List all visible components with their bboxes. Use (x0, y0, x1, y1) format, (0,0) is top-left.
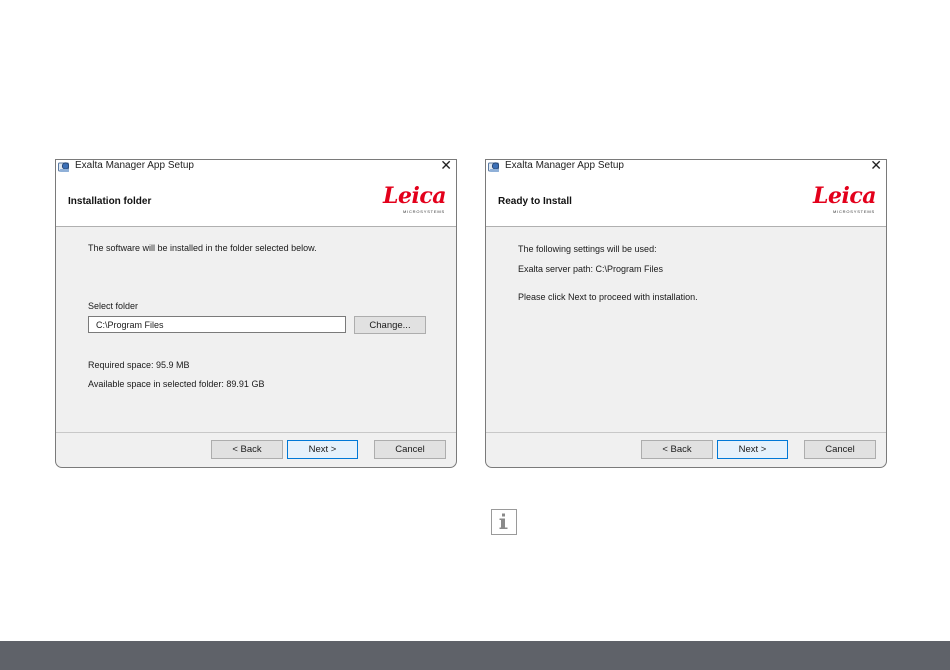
window-title: Exalta Manager App Setup (505, 160, 624, 171)
page-title: Installation folder (68, 196, 152, 207)
intro-text: The software will be installed in the fo… (88, 243, 317, 253)
installer-app-icon (488, 162, 500, 172)
dialog-header: Installation folder Leica MICROSYSTEMS (56, 174, 456, 227)
setup-dialog-ready-to-install: Exalta Manager App Setup ✕ Ready to Inst… (485, 159, 887, 468)
close-icon[interactable]: ✕ (870, 160, 882, 173)
footer-divider (486, 432, 886, 433)
page-title: Ready to Install (498, 196, 572, 207)
dialog-header: Ready to Install Leica MICROSYSTEMS (486, 174, 886, 227)
proceed-text: Please click Next to proceed with instal… (518, 292, 698, 302)
page-footer-bar (0, 641, 950, 670)
logo-subtitle: MICROSYSTEMS (832, 209, 875, 214)
available-space-text: Available space in selected folder: 89.9… (88, 379, 265, 389)
info-glyph (499, 513, 508, 529)
logo-subtitle: MICROSYSTEMS (402, 209, 445, 214)
leica-logo: Leica MICROSYSTEMS (383, 184, 446, 217)
setup-dialog-installation-folder: Exalta Manager App Setup ✕ Installation … (55, 159, 457, 468)
settings-text: The following settings will be used: (518, 244, 657, 254)
info-icon (491, 509, 517, 535)
change-folder-button[interactable]: Change... (354, 316, 426, 334)
back-button[interactable]: < Back (211, 440, 283, 459)
folder-path-input[interactable] (88, 316, 346, 333)
title-bar: Exalta Manager App Setup ✕ (486, 160, 886, 174)
select-folder-label: Select folder (88, 301, 139, 311)
cancel-button[interactable]: Cancel (374, 440, 446, 459)
window-title: Exalta Manager App Setup (75, 160, 194, 171)
required-space-text: Required space: 95.9 MB (88, 360, 190, 370)
title-bar: Exalta Manager App Setup ✕ (56, 160, 456, 174)
installer-app-icon (58, 162, 70, 172)
logo-wordmark: Leica (383, 183, 446, 209)
close-icon[interactable]: ✕ (440, 160, 452, 173)
server-path-text: Exalta server path: C:\Program Files (518, 264, 664, 274)
cancel-button[interactable]: Cancel (804, 440, 876, 459)
next-button[interactable]: Next > (717, 440, 788, 459)
back-button[interactable]: < Back (641, 440, 713, 459)
next-button[interactable]: Next > (287, 440, 358, 459)
leica-logo: Leica MICROSYSTEMS (813, 184, 876, 217)
footer-divider (56, 432, 456, 433)
logo-wordmark: Leica (813, 183, 876, 209)
